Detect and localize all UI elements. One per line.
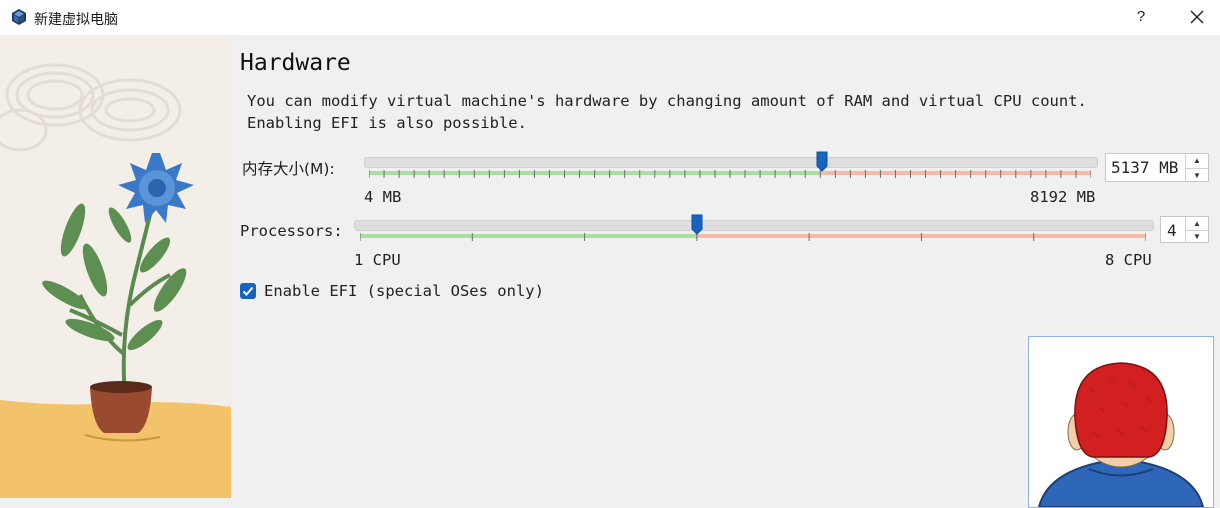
- title-bar: 新建虚拟电脑 ?: [0, 0, 1220, 36]
- memory-spinbox-value: 5137 MB: [1111, 158, 1179, 177]
- processors-slider-track[interactable]: [354, 220, 1154, 231]
- checkmark-icon: [242, 286, 254, 296]
- processors-label: Processors:: [240, 222, 343, 240]
- efi-label: Enable EFI (special OSes only): [264, 282, 544, 300]
- description-line-2: Enabling EFI is also possible.: [247, 114, 527, 132]
- close-icon[interactable]: [1184, 5, 1210, 29]
- processors-spinbox-value: 4: [1167, 221, 1177, 240]
- avatar: [1029, 337, 1213, 507]
- processors-slider-scale: [360, 233, 1146, 241]
- window-title: 新建虚拟电脑: [34, 12, 118, 28]
- wizard-illustration: [0, 35, 231, 498]
- description-line-1: You can modify virtual machine's hardwar…: [247, 92, 1087, 110]
- memory-min-label: 4 MB: [364, 188, 402, 206]
- slider-safe-range: [360, 234, 697, 238]
- processors-spinbox[interactable]: 4 ▲ ▼: [1160, 216, 1209, 243]
- memory-label: 内存大小(M):: [242, 160, 335, 178]
- chevron-down-icon[interactable]: ▼: [1186, 231, 1208, 244]
- chevron-up-icon[interactable]: ▲: [1186, 217, 1208, 231]
- memory-slider-handle[interactable]: [816, 151, 828, 172]
- processors-slider-handle[interactable]: [691, 214, 703, 235]
- virtualbox-icon: [12, 9, 26, 25]
- avatar-overlay: [1028, 336, 1214, 508]
- memory-slider-scale: [369, 170, 1091, 178]
- processors-stepper[interactable]: ▲ ▼: [1185, 217, 1208, 242]
- efi-checkbox[interactable]: [240, 283, 256, 299]
- page-title: Hardware: [240, 50, 351, 76]
- memory-max-label: 8192 MB: [1030, 188, 1096, 206]
- processors-max-label: 8 CPU: [1105, 251, 1152, 269]
- memory-spinbox[interactable]: 5137 MB ▲ ▼: [1105, 153, 1209, 182]
- memory-stepper[interactable]: ▲ ▼: [1185, 154, 1208, 181]
- help-button[interactable]: ?: [1128, 5, 1154, 29]
- processors-min-label: 1 CPU: [354, 251, 401, 269]
- chevron-up-icon[interactable]: ▲: [1186, 154, 1208, 169]
- memory-slider-track[interactable]: [364, 157, 1098, 168]
- chevron-down-icon[interactable]: ▼: [1186, 169, 1208, 183]
